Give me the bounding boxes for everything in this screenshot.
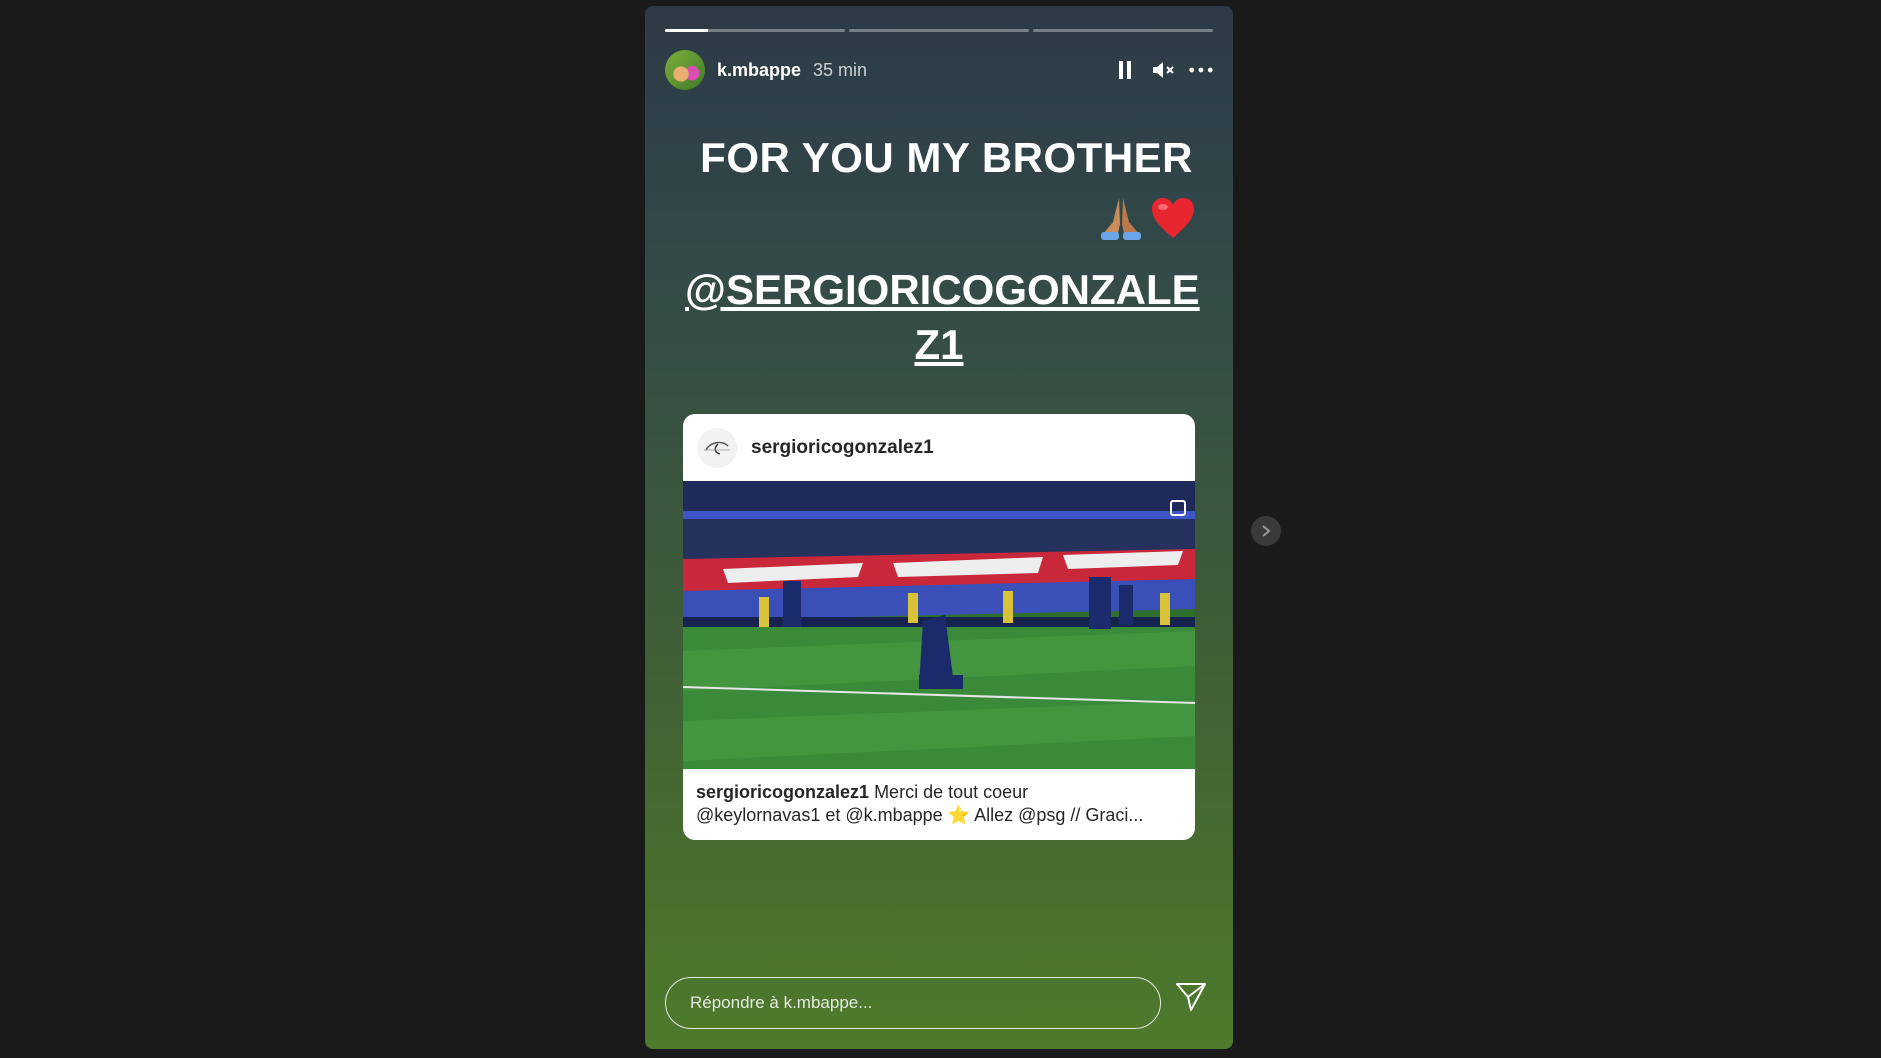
pray-emoji-icon (1101, 198, 1141, 240)
pause-icon[interactable] (1113, 58, 1137, 82)
card-avatar[interactable] (697, 427, 737, 468)
progress-segment (1033, 29, 1213, 32)
reply-placeholder: Répondre à k.mbappe... (690, 993, 873, 1012)
mention-line: @SERGIORICOGONZALE (685, 266, 1200, 313)
card-caption: sergioricogonzalez1 Merci de tout coeur … (683, 769, 1195, 827)
card-photo[interactable] (683, 481, 1195, 769)
story-progress (665, 29, 1213, 32)
reply-input[interactable]: Répondre à k.mbappe... (665, 977, 1161, 1029)
story-mention-link[interactable]: @SERGIORICOGONZALE Z1 (685, 262, 1200, 372)
mute-icon[interactable] (1151, 58, 1175, 82)
progress-segment (849, 29, 1029, 32)
card-username[interactable]: sergioricogonzalez1 (751, 437, 934, 459)
story-text-title: FOR YOU MY BROTHER (700, 134, 1193, 181)
caption-username[interactable]: sergioricogonzalez1 (696, 782, 869, 802)
shared-post-card[interactable]: sergioricogonzalez1 sergioricogonzalez1 … (683, 414, 1195, 840)
story-viewer[interactable]: k.mbappe 35 min FOR YOU MY BROTHER @SERG… (645, 6, 1233, 1049)
story-time: 35 min (813, 59, 868, 80)
card-header: sergioricogonzalez1 (683, 414, 1195, 481)
send-icon[interactable] (1175, 982, 1207, 1017)
next-story-button[interactable] (1251, 516, 1281, 546)
story-header: k.mbappe 35 min (665, 48, 1213, 92)
chevron-right-icon (1262, 525, 1271, 537)
caption-text: @keylornavas1 et @k.mbappe ⭐ Allez @psg … (696, 805, 1144, 825)
heart-emoji-icon (1152, 198, 1194, 238)
mention-line: Z1 (914, 321, 964, 368)
caption-text: Merci de tout coeur (869, 782, 1029, 802)
story-username[interactable]: k.mbappe (717, 60, 801, 81)
progress-segment (665, 29, 845, 32)
more-icon[interactable] (1189, 58, 1213, 82)
story-emojis (1097, 194, 1197, 242)
avatar[interactable] (665, 50, 705, 90)
